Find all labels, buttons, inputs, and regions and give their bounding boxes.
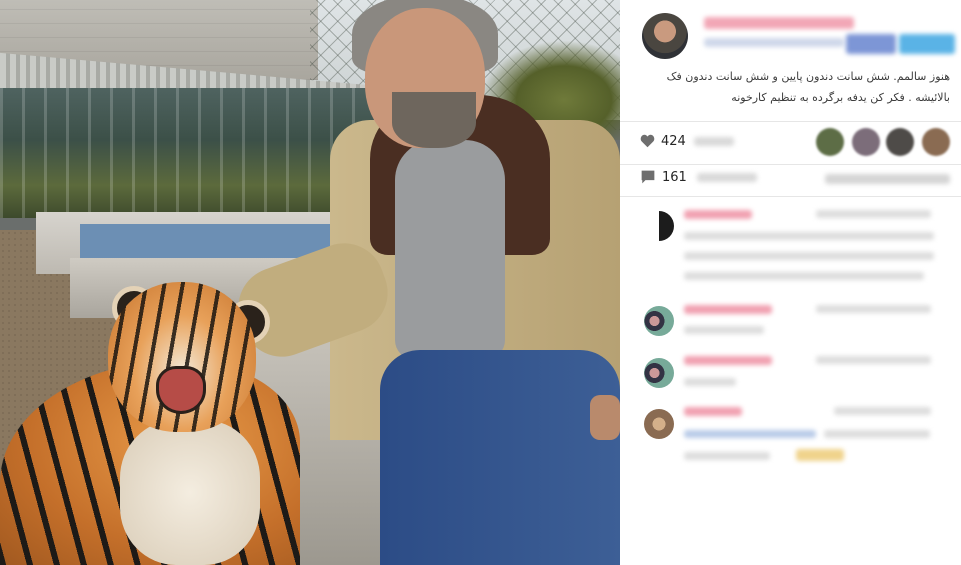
commenter-avatar[interactable]: [644, 211, 674, 241]
comment-date: [834, 407, 931, 415]
liker-avatar[interactable]: [886, 128, 914, 156]
divider: [620, 121, 961, 122]
author-username[interactable]: [704, 17, 854, 29]
author-avatar[interactable]: [642, 13, 688, 59]
divider: [620, 196, 961, 197]
commenter-avatar[interactable]: [644, 306, 674, 336]
tiger-chest: [120, 420, 260, 565]
comment-username[interactable]: [684, 305, 772, 314]
post-date: [704, 38, 844, 47]
grey-shirt: [395, 140, 505, 360]
share-button[interactable]: [899, 34, 955, 54]
comment-text: [684, 326, 764, 334]
post-caption: هنوز سالمم. شش سانت دندون پایین و شش سان…: [666, 70, 950, 104]
tiger-mouth: [156, 366, 206, 414]
comment-text: [684, 378, 736, 386]
post-header: [620, 0, 961, 62]
post-photo[interactable]: [0, 0, 620, 565]
commenter-avatar[interactable]: [644, 358, 674, 388]
likes-count: 424: [661, 134, 686, 149]
comments-count: 161: [662, 170, 687, 185]
comment-text: [684, 232, 934, 240]
comment-date: [816, 210, 931, 218]
show-all-comments-link[interactable]: [825, 174, 950, 184]
commenter-avatar[interactable]: [644, 409, 674, 439]
jeans: [380, 350, 620, 565]
comment-mention[interactable]: [684, 430, 816, 438]
man-hand: [590, 395, 620, 440]
comments-label: [696, 173, 757, 182]
emoji: [796, 449, 844, 461]
divider: [620, 164, 961, 165]
comment-date: [816, 356, 931, 364]
follow-button[interactable]: [846, 34, 896, 54]
liker-avatar[interactable]: [852, 128, 880, 156]
liker-avatar[interactable]: [816, 128, 844, 156]
liker-avatar[interactable]: [922, 128, 950, 156]
comment-username[interactable]: [684, 210, 752, 219]
comment-text: [684, 452, 770, 460]
comment-date: [816, 305, 931, 313]
comment-text: [684, 252, 934, 260]
comment-text: [684, 272, 924, 280]
likes-row[interactable]: 424: [640, 134, 734, 149]
heart-icon: [640, 134, 655, 148]
speech-bubble-icon: [641, 170, 655, 184]
comment-text: [824, 430, 930, 438]
comment-username[interactable]: [684, 356, 772, 365]
comment-username[interactable]: [684, 407, 742, 416]
post-sidebar: هنوز سالمم. شش سانت دندون پایین و شش سان…: [620, 0, 961, 565]
comments-row[interactable]: 161: [640, 170, 757, 185]
likes-label: [693, 137, 734, 146]
man-beard: [392, 92, 476, 148]
